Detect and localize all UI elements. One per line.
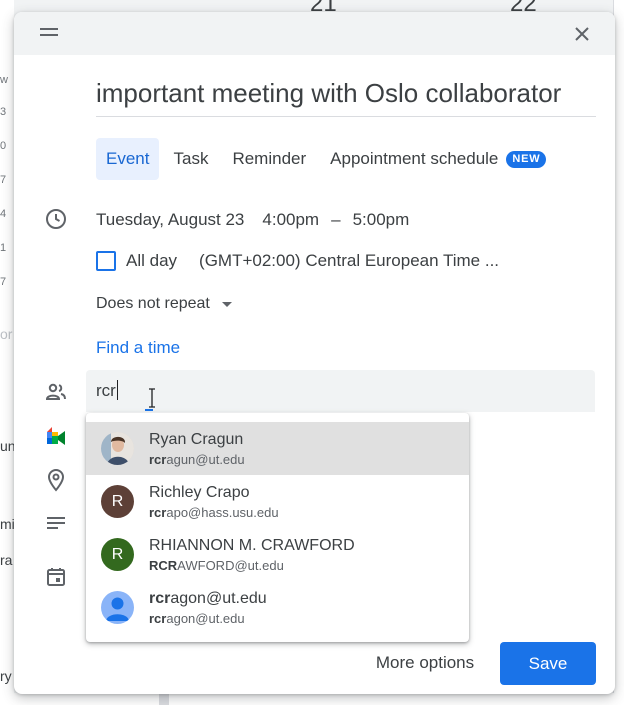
contact-name: Richley Crapo [149,484,250,501]
google-meet-icon [47,427,65,445]
email-rest: agun@ut.edu [166,452,245,467]
background-text: ra [0,552,13,568]
email-rest: agon@ut.edu [166,611,245,626]
tab-task[interactable]: Task [163,138,218,180]
save-button[interactable]: Save [500,642,596,685]
hour-label: 4 [0,208,7,220]
hour-label: 3 [0,106,7,118]
all-day-checkbox[interactable] [96,251,116,271]
match-highlight: rcr [149,452,167,467]
close-icon [575,27,589,41]
suggestion-item[interactable]: Ryan Cragun rcragun@ut.edu [86,422,469,475]
contact-name: RHIANNON M. CRAWFORD [149,537,355,554]
email-rest: AWFORD@ut.edu [177,558,284,573]
background-text: or [0,326,13,342]
add-guests-field[interactable]: rcr [86,370,595,412]
avatar [101,432,134,465]
contact-email: rcragon@ut.edu [149,611,245,626]
suggestion-item[interactable]: R RHIANNON M. CRAWFORD RCRAWFORD@ut.edu [86,528,469,581]
tab-reminder[interactable]: Reminder [222,138,316,180]
more-options-button[interactable]: More options [360,642,490,684]
background-text: ry [0,668,12,684]
event-title-input[interactable] [96,78,596,109]
timezone-link[interactable]: (GMT+02:00) Central European Time ... [199,251,499,271]
guest-search-input[interactable]: rcr [96,380,118,401]
contact-name: rcragon@ut.edu [149,590,267,608]
event-title-field[interactable] [96,78,596,117]
match-highlight: rcr [149,505,167,520]
find-a-time-link[interactable]: Find a time [96,338,180,358]
tab-appointment-schedule[interactable]: Appointment schedule NEW [320,138,556,180]
date-time-row: Tuesday, August 23 4:00pm – 5:00pm [96,208,409,232]
match-highlight: rcr [149,611,167,626]
calendar-background-bottom [14,693,614,705]
suggestion-item[interactable]: rcragon@ut.edu rcragon@ut.edu [86,581,469,634]
new-badge: NEW [506,151,547,169]
ibeam-cursor-icon [149,388,155,408]
contact-email: rcrapo@hass.usu.edu [149,505,279,520]
hour-label: w [0,74,8,86]
email-rest: apo@hass.usu.edu [166,505,279,520]
hour-label: 7 [0,276,7,288]
divider [159,693,169,705]
hour-label: 0 [0,140,7,152]
calendar-icon [47,568,65,586]
drag-handle-icon[interactable] [40,28,58,38]
text-cursor [116,380,118,400]
all-day-row: All day (GMT+02:00) Central European Tim… [96,251,499,271]
avatar: R [101,538,134,571]
hour-label: 7 [0,174,7,186]
repeat-dropdown[interactable]: Does not repeat [96,295,232,313]
person-silhouette-icon [106,597,129,621]
clock-icon [46,209,66,229]
dialog-header[interactable] [14,12,615,55]
people-icon [45,383,66,400]
avatar: R [101,485,134,518]
location-pin-icon [47,469,65,492]
hour-label: 1 [0,242,7,254]
name-rest: agon@ut.edu [170,590,267,607]
repeat-value: Does not repeat [96,295,210,312]
avatar [101,591,134,624]
background-text: mi [0,516,15,532]
event-type-tabs: Event Task Reminder Appointment schedule… [96,138,560,180]
close-button[interactable] [570,22,594,46]
contact-email: rcragun@ut.edu [149,452,245,467]
end-time[interactable]: 5:00pm [353,210,410,230]
match-highlight: rcr [149,590,171,607]
event-dialog: Event Task Reminder Appointment schedule… [14,12,615,694]
suggestion-item[interactable]: R Richley Crapo rcrapo@hass.usu.edu [86,475,469,528]
chevron-down-icon [221,301,232,307]
guest-suggestions-list: Ryan Cragun rcragun@ut.edu R Richley Cra… [86,413,469,642]
time-separator: – [331,210,341,229]
description-icon [47,517,65,529]
focus-indicator [145,409,153,411]
event-date[interactable]: Tuesday, August 23 [96,210,244,230]
tab-label: Appointment schedule [330,149,499,168]
start-time[interactable]: 4:00pm [262,210,319,230]
guest-query-text: rcr [96,381,116,400]
profile-photo [101,432,134,465]
tab-event[interactable]: Event [96,138,160,180]
contact-email: RCRAWFORD@ut.edu [149,558,284,573]
contact-name: Ryan Cragun [149,431,244,448]
all-day-label[interactable]: All day [126,251,177,271]
match-highlight: RCR [149,558,178,573]
